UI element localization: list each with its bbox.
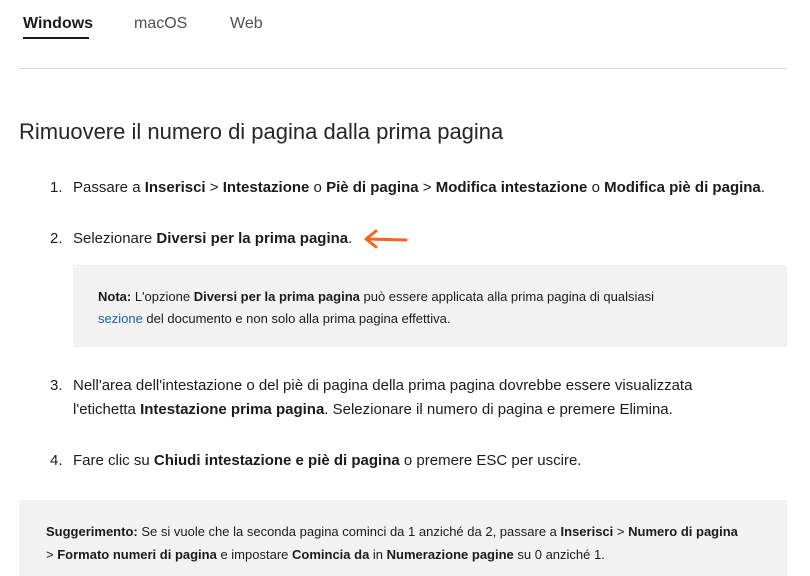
tab-macos[interactable]: macOS [134,13,187,35]
tip-text: Suggerimento: Se si vuole che la seconda… [46,524,738,562]
platform-tabs: Windows macOS Web [0,0,810,70]
arrow-left-icon [364,229,408,249]
step-number: 4. [50,452,63,469]
step-text: Passare a Inserisci > Intestazione o Piè… [73,179,765,196]
step-text: Nell'area dell'intestazione o del piè di… [73,377,693,418]
active-tab-indicator [23,37,89,39]
tabs-divider [18,68,787,69]
tab-web[interactable]: Web [230,13,263,35]
section-link[interactable]: sezione [98,311,143,326]
step-text: Selezionare Diversi per la prima pagina. [73,230,353,247]
note-text: Nota: L'opzione Diversi per la prima pag… [98,289,655,326]
step-number: 1. [50,179,63,196]
tab-windows[interactable]: Windows [23,13,93,35]
note-box: Nota: L'opzione Diversi per la prima pag… [73,265,787,347]
tip-label: Suggerimento: [46,524,138,539]
tip-box: Suggerimento: Se si vuole che la seconda… [19,500,787,576]
section-title: Rimuovere il numero di pagina dalla prim… [19,119,504,144]
step-number: 3. [50,377,63,394]
step-text: Fare clic su Chiudi intestazione e piè d… [73,452,582,469]
note-label: Nota: [98,289,132,304]
step-number: 2. [50,230,63,247]
